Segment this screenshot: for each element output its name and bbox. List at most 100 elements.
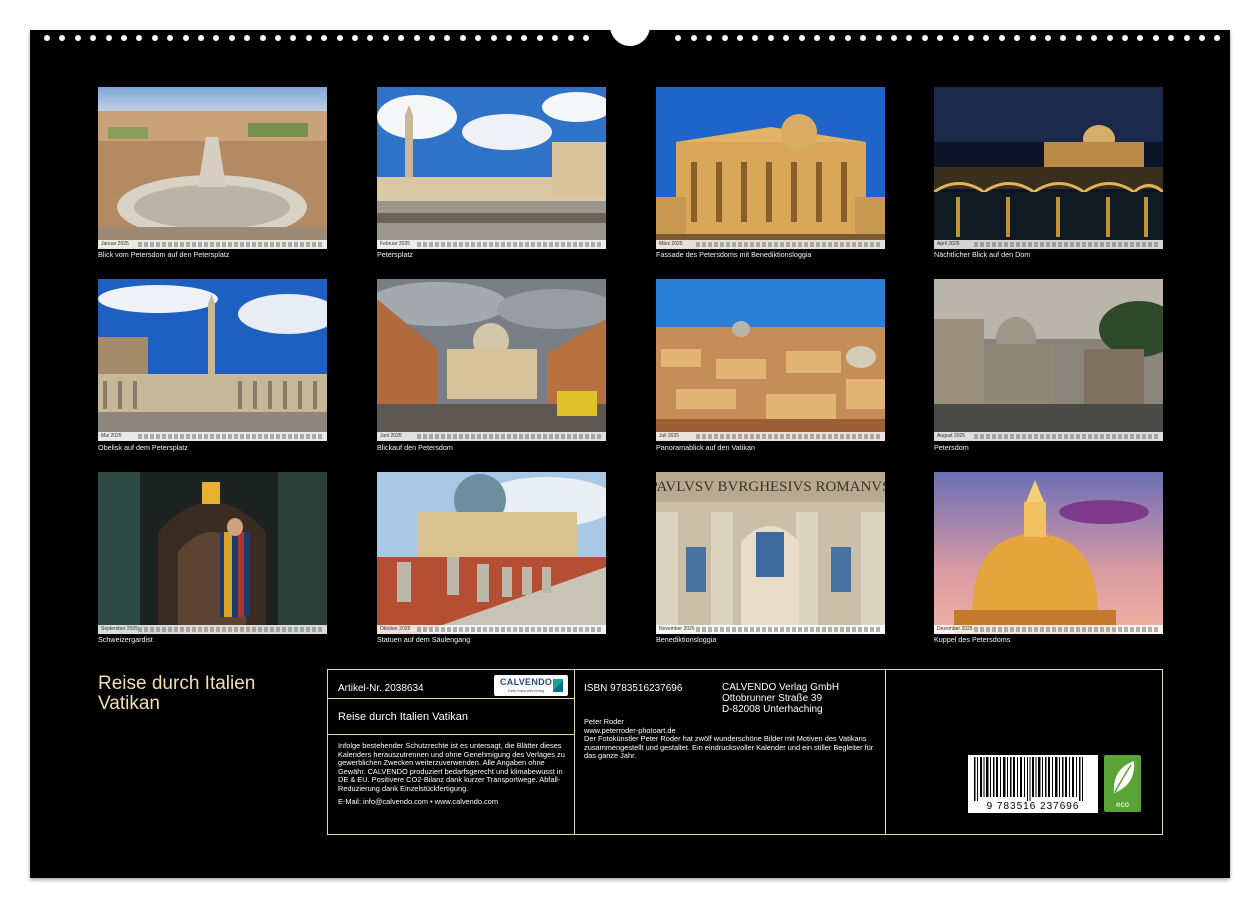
photo-caption-2: Petersplatz [377, 250, 413, 259]
binding-hole [367, 35, 374, 41]
legal-text: Infolge bestehender Schutzrechte ist es … [338, 741, 565, 793]
binding-hole [737, 35, 743, 41]
calendar-strip: August 2025 [934, 432, 1163, 441]
calendar-strip: Februar 2025 [377, 240, 606, 249]
month-label: Dezember 2025 [937, 626, 973, 632]
photo-thumbnail-7: Juli 2025 [656, 279, 885, 441]
binding-hole [891, 35, 897, 41]
binding-hole [136, 35, 143, 41]
binding-hole [1214, 35, 1221, 41]
photo-thumbnail-8: August 2025 [934, 279, 1163, 441]
publisher-city: D-82008 Unterhaching [722, 704, 823, 715]
calendar-title-line-1: Reise durch Italien [98, 673, 256, 694]
calendar-title-line-2: Vatikan [98, 693, 160, 714]
binding-hole [983, 35, 990, 41]
photo-thumbnail-4: April 2025 [934, 87, 1163, 249]
binding-hole [1091, 35, 1098, 41]
calendar-strip: November 2025 [656, 625, 885, 634]
binding-hole [321, 35, 328, 41]
binding-hole [1106, 35, 1113, 41]
binding-hole [398, 35, 405, 41]
photo-caption-6: Blickauf den Petersdom [377, 443, 453, 452]
binding-hole [182, 35, 189, 41]
photo-thumbnail-11: PAVLVSV BVRGHESIVS ROMANVS November 2025 [656, 472, 885, 634]
binding-hole [1075, 35, 1082, 41]
binding-hole [921, 35, 928, 41]
calendar-strip: September 2025 [98, 625, 327, 634]
binding-hole [706, 35, 713, 41]
photo-thumbnail-3: März 2025 [656, 87, 885, 249]
calendar-strip: April 2025 [934, 240, 1163, 249]
binding-hole [567, 35, 574, 41]
photo-thumbnail-6: Juni 2025 [377, 279, 606, 441]
photo-thumbnail-10: Oktober 2025 [377, 472, 606, 634]
photo-caption-9: Schweizergardist [98, 635, 153, 644]
binding-hole [906, 35, 913, 41]
photo-caption-7: Panoramablick auf den Vatikan [656, 443, 755, 452]
binding-hole [167, 35, 174, 41]
calendar-strip: Januar 2025 [98, 240, 327, 249]
month-label: Oktober 2025 [380, 626, 411, 632]
binding-hole [305, 35, 312, 41]
binding-hole [860, 35, 867, 41]
binding-hole [1152, 35, 1159, 41]
binding-hole [121, 35, 127, 41]
product-title: Reise durch Italien Vatikan [338, 711, 469, 723]
photo-thumbnail-5: Mai 2025 [98, 279, 327, 441]
binding-hole [59, 35, 66, 41]
binding-hole [429, 35, 435, 41]
photo-caption-5: Obelisk auf dem Petersplatz [98, 443, 188, 452]
binding-hole [1168, 35, 1175, 41]
barcode-number: 9 783516 237696 [986, 801, 1080, 812]
photo-caption-4: Nächtlicher Blick auf den Dom [934, 250, 1031, 259]
binding-hole [459, 35, 466, 41]
binding-hole [382, 35, 389, 41]
photo-caption-1: Blick vom Petersdom auf den Petersplatz [98, 250, 230, 259]
binding-hole [275, 35, 281, 41]
binding-hole [1045, 35, 1051, 41]
binding-hole [521, 35, 528, 41]
binding-hole [690, 35, 697, 41]
binding-hole [998, 35, 1005, 41]
month-label: Februar 2025 [380, 241, 411, 247]
calendar-strip: Mai 2025 [98, 432, 327, 441]
leaf-icon [1113, 761, 1135, 793]
month-label: November 2025 [659, 626, 695, 632]
binding-hole [336, 35, 343, 41]
month-label: Juni 2025 [380, 433, 402, 439]
month-label: September 2025 [101, 626, 138, 632]
article-number: Artikel-Nr. 2038634 [338, 683, 424, 694]
photo-thumbnail-1: Januar 2025 [98, 87, 327, 249]
binding-hole [1183, 35, 1190, 41]
binding-hole [536, 35, 543, 41]
calvendo-logo: CALVENDO Dein Kalenderverlag [494, 675, 568, 696]
binding-hole [829, 35, 836, 41]
isbn-barcode: 9 783516 237696 [968, 755, 1098, 813]
calendar-strip: Juli 2025 [656, 432, 885, 441]
binding-hole [475, 35, 482, 41]
isbn: ISBN 9783516237696 [584, 683, 683, 694]
binding-hole [752, 35, 759, 41]
binding-hole [506, 35, 512, 41]
binding-hole [105, 35, 112, 41]
facade-inscription: PAVLVSV BVRGHESIVS ROMANVS [656, 479, 885, 495]
binding-hole [1137, 35, 1144, 41]
binding-hole [44, 35, 50, 41]
binding-hole [490, 35, 497, 41]
binding-hole [413, 35, 420, 41]
calendar-description: Der Fotokünstler Peter Roder hat zwölf w… [584, 734, 874, 761]
eco-label: eco [1116, 800, 1129, 809]
photo-caption-8: Petersdom [934, 443, 969, 452]
binding-hole [952, 35, 959, 41]
binding-hole [352, 35, 358, 41]
publisher-name: CALVENDO Verlag GmbH [722, 682, 840, 693]
calendar-strip: März 2025 [656, 240, 885, 249]
publisher-street: Ottobrunner Straße 39 [722, 693, 823, 704]
binding-hole [968, 35, 974, 41]
photo-thumbnail-12: Dezember 2025 [934, 472, 1163, 634]
binding-hole [1199, 35, 1205, 41]
barcode-bars [974, 757, 1083, 801]
binding-hole [798, 35, 805, 41]
calendar-strip: Juni 2025 [377, 432, 606, 441]
binding-hole [1122, 35, 1128, 41]
